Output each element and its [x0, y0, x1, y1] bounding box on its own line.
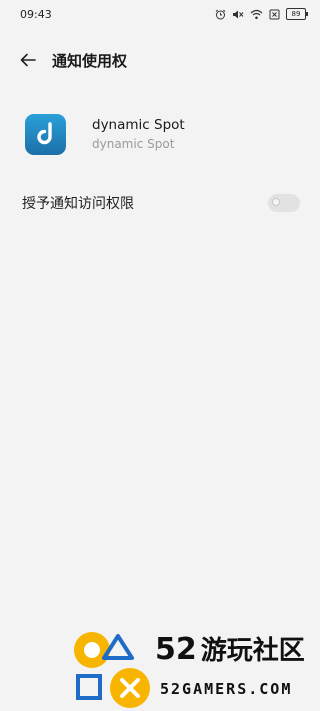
watermark-title: 52 游玩社区: [155, 632, 305, 667]
app-name: dynamic Spot: [92, 117, 185, 133]
wifi-icon: [250, 9, 263, 19]
watermark-url: 52GAMERS.COM: [160, 680, 293, 698]
back-button[interactable]: [6, 40, 50, 80]
sim-off-icon: [269, 9, 280, 19]
grant-access-toggle[interactable]: [268, 194, 300, 212]
mute-icon: [233, 10, 244, 18]
setting-label: 授予通知访问权限: [22, 196, 134, 212]
toggle-knob: [272, 198, 280, 206]
app-icon: [25, 113, 66, 155]
status-icons: 89: [215, 8, 308, 20]
app-package: dynamic Spot: [92, 137, 175, 151]
page-title: 通知使用权: [52, 51, 128, 70]
app-bar: 通知使用权: [0, 40, 320, 80]
alarm-icon: [215, 9, 226, 19]
watermark-52gamers: 52 游玩社区 52GAMERS.COM: [70, 628, 320, 708]
app-info-row: dynamic Spot dynamic Spot: [0, 108, 320, 160]
status-bar: 09:43 89: [0, 0, 320, 28]
dynamic-spot-logo-icon: [36, 122, 52, 145]
status-time: 09:43: [20, 7, 52, 21]
grant-notification-access-row[interactable]: 授予通知访问权限: [0, 188, 320, 218]
battery-icon: 89: [286, 8, 308, 20]
arrow-left-icon: [20, 53, 36, 67]
watermark-logo-symbols: [74, 632, 150, 708]
